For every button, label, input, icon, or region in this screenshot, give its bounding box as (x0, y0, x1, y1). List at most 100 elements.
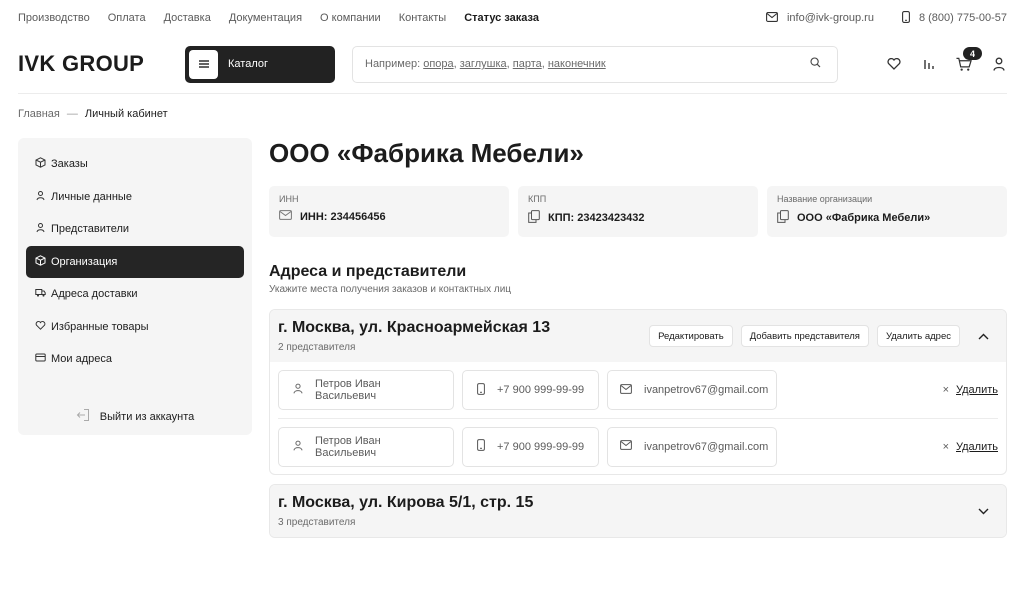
delete-address-button[interactable]: Удалить адрес (876, 325, 960, 347)
search-example[interactable]: опора (423, 58, 453, 70)
address-header[interactable]: г. Москва, ул. Красноармейская 13 2 пред… (270, 310, 1006, 362)
representative-name-field[interactable]: Петров Иван Васильевич (278, 426, 454, 467)
box-icon (35, 254, 51, 269)
delete-representative-button[interactable]: × Удалить (943, 441, 998, 453)
search-input[interactable]: Например: опора, заглушка, парта, наконе… (352, 45, 838, 83)
section-title: Адреса и представители (269, 263, 467, 280)
page-title: ООО «Фабрика Мебели» (269, 138, 584, 168)
representative-name-field[interactable]: Петров Иван Васильевич (278, 370, 454, 410)
phone-link[interactable]: 8 (800) 775-00-57 (919, 12, 1007, 24)
section-subtitle: Укажите места получения заказов и контак… (269, 284, 512, 295)
sidebar-item-favorites[interactable]: Избранные товары (26, 311, 244, 343)
representative-email: ivanpetrov67@gmail.com (644, 440, 769, 453)
representatives-count: 3 представителя (278, 517, 356, 528)
info-card-inn: ИНН ИНН: 234456456 (269, 186, 509, 237)
logo[interactable]: IVK GROUP (18, 51, 185, 77)
copy-icon[interactable] (528, 210, 548, 226)
top-nav-item-delivery[interactable]: Доставка (164, 12, 211, 24)
top-nav-item-documentation[interactable]: Документация (229, 12, 302, 24)
header-icons: 4 (886, 47, 1007, 72)
breadcrumb-separator: — (66, 108, 78, 120)
user-icon (35, 222, 51, 236)
catalog-button[interactable]: Каталог (185, 45, 335, 83)
search-example[interactable]: заглушка (460, 58, 507, 70)
representative-phone-field[interactable]: +7 900 999-99-99 (462, 370, 599, 410)
email-contact[interactable]: info@ivk-group.ru (766, 11, 874, 25)
sidebar-item-label: Личные данные (51, 190, 132, 203)
box-icon (35, 157, 51, 171)
top-nav-item-about[interactable]: О компании (320, 12, 381, 24)
top-nav-item-payment[interactable]: Оплата (108, 12, 146, 24)
catalog-label: Каталог (228, 58, 268, 70)
heart-icon[interactable] (886, 56, 902, 72)
close-icon: × (942, 440, 949, 453)
sidebar-item-label: Организация (51, 255, 118, 268)
search-icon[interactable] (810, 57, 821, 71)
mail-icon (766, 11, 787, 25)
top-nav-item-order-status[interactable]: Статус заказа (464, 12, 539, 24)
search-placeholder-prefix: Например: (365, 58, 424, 70)
address-info: г. Москва, ул. Кирова 5/1, стр. 15 3 пре… (278, 494, 968, 528)
mail-icon (279, 210, 300, 223)
representative-email-field[interactable]: ivanpetrov67@gmail.com (607, 370, 777, 410)
address-name: г. Москва, ул. Кирова 5/1, стр. 15 (278, 494, 534, 511)
search-example[interactable]: парта (513, 58, 542, 70)
account-sidebar: Заказы Личные данные Представители Орган… (18, 138, 252, 435)
close-icon: × (942, 384, 949, 396)
header-divider (18, 93, 1007, 94)
phone-icon (901, 10, 919, 26)
edit-address-button[interactable]: Редактировать (649, 325, 733, 347)
address-card: г. Москва, ул. Кирова 5/1, стр. 15 3 пре… (269, 484, 1007, 538)
representative-name: Петров Иван Васильевич (315, 378, 381, 402)
representative-email-field[interactable]: ivanpetrov67@gmail.com (607, 426, 777, 467)
representative-row: Петров Иван Васильевич +7 900 999-99-99 … (278, 362, 998, 418)
cart-count-badge: 4 (963, 47, 982, 60)
sidebar-item-my-addresses[interactable]: Мои адреса (26, 343, 244, 375)
main-content: ООО «Фабрика Мебели» ИНН ИНН: 234456456 … (269, 138, 1007, 538)
logout-button[interactable]: Выйти из аккаунта (18, 408, 252, 425)
compare-icon[interactable] (921, 56, 937, 72)
sidebar-item-personal-data[interactable]: Личные данные (26, 181, 244, 213)
info-label: ИНН (279, 194, 299, 204)
address-actions: Редактировать Добавить представителя Уда… (649, 325, 998, 347)
sidebar-item-label: Адреса доставки (51, 288, 138, 300)
sidebar-item-label: Мои адреса (51, 353, 112, 365)
sidebar-item-organization[interactable]: Организация (26, 245, 244, 278)
user-icon (293, 440, 315, 454)
delete-representative-button[interactable]: × Удалить (943, 384, 998, 396)
kpp-value: КПП: 23423423432 (548, 212, 645, 224)
info-card-org-name: Название организации ООО «Фабрика Мебели… (767, 186, 1007, 237)
user-icon (35, 190, 51, 204)
email-link[interactable]: info@ivk-group.ru (787, 12, 874, 24)
address-header[interactable]: г. Москва, ул. Кирова 5/1, стр. 15 3 пре… (270, 485, 1006, 537)
cart-icon[interactable]: 4 (956, 47, 982, 72)
info-value: КПП: 23423423432 (528, 210, 748, 226)
representatives-count: 2 представителя (278, 342, 356, 353)
sidebar-item-representatives[interactable]: Представители (26, 213, 244, 245)
site-header: IVK GROUP Каталог Например: опора, заглу… (18, 45, 1007, 83)
representative-phone-field[interactable]: +7 900 999-99-99 (462, 426, 599, 467)
user-icon[interactable] (991, 56, 1007, 72)
menu-icon (189, 49, 218, 79)
info-value: ООО «Фабрика Мебели» (777, 210, 997, 226)
add-representative-button[interactable]: Добавить представителя (740, 325, 869, 347)
chevron-up-icon[interactable] (968, 333, 998, 340)
search-example[interactable]: наконечник (548, 58, 606, 70)
top-nav-item-contacts[interactable]: Контакты (399, 12, 447, 24)
copy-icon[interactable] (777, 210, 797, 226)
sidebar-item-delivery-addresses[interactable]: Адреса доставки (26, 278, 244, 310)
header-contacts: info@ivk-group.ru 8 (800) 775-00-57 (766, 10, 1007, 26)
representative-row: Петров Иван Васильевич +7 900 999-99-99 … (278, 418, 998, 474)
top-bar: Производство Оплата Доставка Документаци… (18, 10, 1007, 26)
chevron-down-icon[interactable] (968, 508, 998, 515)
address-name: г. Москва, ул. Красноармейская 13 (278, 319, 551, 336)
sidebar-item-orders[interactable]: Заказы (26, 148, 244, 180)
breadcrumb-home[interactable]: Главная (18, 108, 60, 120)
info-value: ИНН: 234456456 (279, 210, 499, 223)
sidebar-item-label: Представители (51, 223, 130, 235)
top-nav-item-production[interactable]: Производство (18, 12, 90, 24)
representative-email: ivanpetrov67@gmail.com (644, 384, 769, 396)
representative-phone: +7 900 999-99-99 (497, 440, 585, 453)
org-name-value: ООО «Фабрика Мебели» (797, 212, 931, 224)
phone-contact[interactable]: 8 (800) 775-00-57 (901, 10, 1007, 26)
